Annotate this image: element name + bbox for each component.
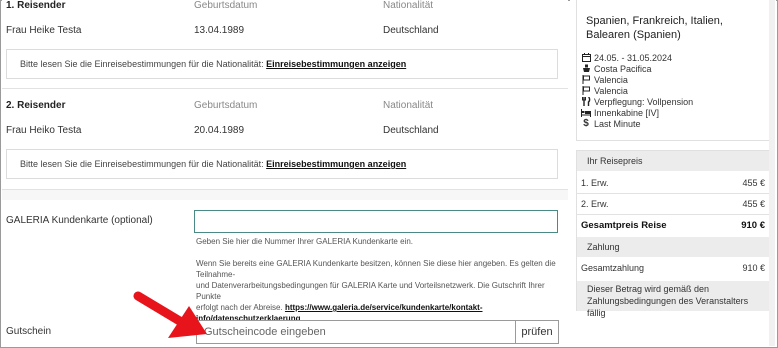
- trip-detail: Costa Pacifica: [581, 63, 652, 74]
- flag-icon: [581, 86, 591, 95]
- passenger-heading: 1. Reisender: [6, 0, 66, 11]
- price-summary-card: Ihr Reisepreis 1. Erw. 455 € 2. Erw. 455…: [576, 150, 770, 318]
- nationality-label: Nationalität: [383, 100, 434, 111]
- trip-detail: Verpflegung: Vollpension: [581, 96, 693, 107]
- dob-label: Geburtsdatum: [194, 100, 258, 111]
- trip-detail: $ Last Minute: [581, 118, 641, 129]
- calendar-icon: [581, 53, 591, 62]
- voucher-check-button[interactable]: prüfen: [515, 321, 558, 343]
- dob-label: Geburtsdatum: [194, 0, 258, 11]
- voucher-group: Gutscheincode eingeben prüfen: [196, 320, 559, 344]
- price-row: 1. Erw. 455 €: [577, 173, 769, 193]
- passenger-heading: 2. Reisender: [6, 100, 66, 111]
- price-header: Ihr Reisepreis: [577, 151, 769, 171]
- payment-value: 910 €: [742, 263, 765, 273]
- discount-form: GALERIA Kundenkarte (optional) Geben Sie…: [2, 200, 568, 346]
- entry-requirements-link[interactable]: Einreisebestimmungen anzeigen: [266, 59, 406, 69]
- passenger-dob: 13.04.1989: [194, 25, 245, 36]
- payment-row: Gesamtzahlung 910 €: [577, 258, 769, 278]
- privacy-link[interactable]: https://www.galeria.de/service/kundenkar…: [285, 303, 483, 312]
- total-price-label: Gesamtpreis Reise: [581, 220, 667, 231]
- entry-requirements-box: Bitte lesen Sie die Einreisebestimmungen…: [6, 149, 558, 179]
- bed-icon: [581, 108, 591, 117]
- kundenkarte-input[interactable]: [194, 210, 558, 233]
- entry-requirements-text: Bitte lesen Sie die Einreisebestimmungen…: [20, 159, 264, 169]
- voucher-input[interactable]: Gutscheincode eingeben: [197, 321, 515, 343]
- passenger-card-1: 1. Reisender Geburtsdatum Nationalität F…: [2, 0, 568, 88]
- total-price-row: Gesamtpreis Reise 910 €: [577, 215, 769, 235]
- price-row: 2. Erw. 455 €: [577, 194, 769, 214]
- passenger-name: Frau Heike Testa: [6, 25, 82, 36]
- passenger-dob: 20.04.1989: [194, 125, 245, 136]
- passenger-name: Frau Heiko Testa: [6, 125, 82, 136]
- trip-detail: Valencia: [581, 74, 628, 85]
- trip-detail-text: Valencia: [594, 85, 628, 96]
- gutschein-label: Gutschein: [6, 326, 52, 337]
- kundenkarte-hint: Geben Sie hier die Nummer Ihrer GALERIA …: [196, 237, 413, 246]
- entry-requirements-text: Bitte lesen Sie die Einreisebestimmungen…: [20, 59, 264, 69]
- cutlery-icon: [581, 97, 591, 106]
- ship-icon: [581, 64, 591, 73]
- flag-icon: [581, 75, 591, 84]
- summary-sidebar: Spanien, Frankreich, Italien, Balearen (…: [570, 0, 776, 346]
- trip-detail-text: Last Minute: [594, 118, 641, 129]
- trip-detail: Innenkabine [IV]: [581, 107, 659, 118]
- payment-note: Dieser Betrag wird gemäß den Zahlungsbed…: [577, 281, 769, 318]
- red-arrow-icon: [133, 291, 207, 338]
- scrollbar[interactable]: [769, 0, 775, 346]
- price-header-label: Ihr Reisepreis: [587, 156, 643, 166]
- passenger-nationality: Deutschland: [383, 125, 439, 136]
- trip-detail-text: Costa Pacifica: [594, 63, 652, 74]
- trip-summary-card: Spanien, Frankreich, Italien, Balearen (…: [576, 0, 770, 141]
- trip-detail: 24.05. - 31.05.2024: [581, 52, 672, 63]
- payment-header: Zahlung: [577, 237, 769, 257]
- price-row-label: 2. Erw.: [581, 199, 609, 209]
- note-line: Wenn Sie bereits eine GALERIA Kundenkart…: [196, 259, 556, 279]
- note-line: erfolgt nach der Abreise. https://www.ga…: [196, 302, 562, 313]
- kundenkarte-label: GALERIA Kundenkarte (optional): [6, 215, 153, 226]
- passenger-nationality: Deutschland: [383, 25, 439, 36]
- booking-form-panel: 1. Reisender Geburtsdatum Nationalität F…: [2, 0, 568, 346]
- price-row-label: 1. Erw.: [581, 178, 609, 188]
- divider: [2, 189, 568, 190]
- price-row-value: 455 €: [742, 178, 765, 188]
- price-row-value: 455 €: [742, 199, 765, 209]
- entry-requirements-link[interactable]: Einreisebestimmungen anzeigen: [266, 159, 406, 169]
- nationality-label: Nationalität: [383, 0, 434, 11]
- trip-detail-text: 24.05. - 31.05.2024: [594, 52, 673, 63]
- trip-detail: Valencia: [581, 85, 628, 96]
- total-price-value: 910 €: [741, 220, 765, 231]
- trip-title: Spanien, Frankreich, Italien, Balearen (…: [586, 15, 723, 41]
- entry-requirements-box: Bitte lesen Sie die Einreisebestimmungen…: [6, 49, 558, 79]
- trip-detail-text: Valencia: [594, 74, 628, 85]
- trip-detail-text: Verpflegung: Vollpension: [594, 96, 694, 107]
- note-line: und Datenverarbeitungsbedingungen für GA…: [196, 281, 545, 301]
- passenger-card-2: 2. Reisender Geburtsdatum Nationalität F…: [2, 89, 568, 189]
- trip-detail-text: Innenkabine [IV]: [594, 107, 660, 118]
- payment-label: Gesamtzahlung: [581, 263, 645, 273]
- kundenkarte-note: Wenn Sie bereits eine GALERIA Kundenkart…: [196, 258, 562, 324]
- payment-header-label: Zahlung: [587, 242, 620, 252]
- dollar-icon: $: [583, 118, 589, 129]
